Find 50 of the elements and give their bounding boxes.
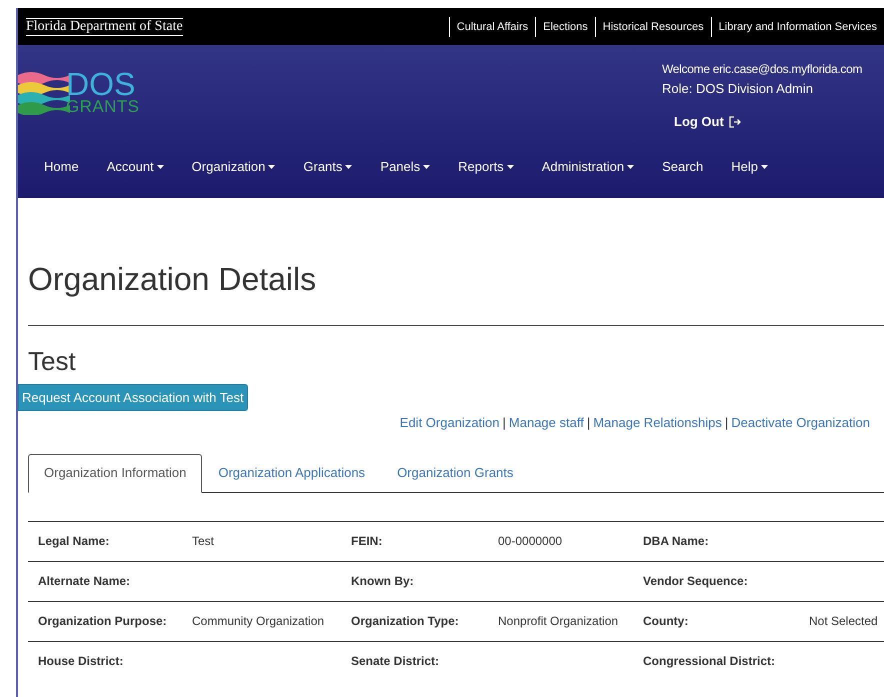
- field-label: Vendor Sequence:: [643, 572, 749, 590]
- logout-icon: [728, 116, 741, 128]
- tab[interactable]: Organization Information: [28, 454, 202, 492]
- logo-subtitle: GRANTS: [66, 99, 140, 115]
- agency-link[interactable]: Library and Information Services: [710, 16, 884, 36]
- welcome-text: Welcome eric.case@dos.myflorida.com: [662, 61, 864, 78]
- action-link[interactable]: Edit Organization: [400, 413, 500, 432]
- action-link[interactable]: Manage staff: [508, 413, 584, 432]
- field-label: DBA Name:: [643, 532, 710, 550]
- request-association-button[interactable]: Request Account Association with Test: [18, 384, 248, 411]
- nav-link[interactable]: Grants: [303, 157, 352, 176]
- field-label: Legal Name:: [38, 532, 110, 550]
- field-value: Test: [192, 534, 214, 548]
- nav-link[interactable]: Home: [44, 157, 79, 176]
- field-label: Organization Type:: [351, 612, 460, 630]
- nav-link[interactable]: Search: [662, 157, 704, 176]
- action-link[interactable]: Deactivate Organization: [731, 413, 870, 432]
- role-text: Role: DOS Division Admin: [662, 80, 814, 98]
- field-label: Senate District:: [351, 652, 440, 670]
- agency-link[interactable]: Cultural Affairs: [448, 16, 536, 36]
- field-label: Alternate Name:: [38, 572, 132, 590]
- field-label: County:: [643, 612, 690, 630]
- nav-link[interactable]: Reports: [458, 157, 514, 176]
- organization-name: Test: [28, 346, 77, 376]
- field-label: Congressional District:: [643, 652, 776, 670]
- field-label: FEIN:: [351, 532, 384, 550]
- field-label: Known By:: [351, 572, 415, 590]
- field-value: Not Selected: [809, 614, 878, 628]
- field-value: Community Organization: [192, 614, 324, 628]
- field-value: 00-0000000: [498, 534, 562, 548]
- field-value: Nonprofit Organization: [498, 614, 618, 628]
- nav-link[interactable]: Help: [731, 157, 768, 176]
- agency-title: Florida Department of State: [26, 18, 183, 36]
- separator: |: [724, 414, 730, 432]
- logo-title: DOS: [66, 69, 136, 99]
- tab[interactable]: Organization Applications: [202, 454, 382, 492]
- nav-link[interactable]: Administration: [542, 157, 634, 176]
- nav-link[interactable]: Account: [106, 157, 164, 176]
- field-label: Organization Purpose:: [38, 612, 168, 630]
- separator: |: [502, 414, 507, 432]
- logout-button[interactable]: Log Out: [674, 112, 884, 132]
- nav-link[interactable]: Panels: [380, 157, 430, 176]
- action-link[interactable]: Manage Relationships: [593, 413, 722, 432]
- agency-link[interactable]: Historical Resources: [594, 16, 711, 36]
- page-title: Organization Details: [28, 260, 318, 298]
- agency-link[interactable]: Elections: [535, 16, 595, 36]
- tab[interactable]: Organization Grants: [381, 454, 530, 492]
- separator: |: [586, 414, 592, 432]
- nav-link[interactable]: Organization: [192, 157, 276, 176]
- field-label: House District:: [38, 652, 124, 670]
